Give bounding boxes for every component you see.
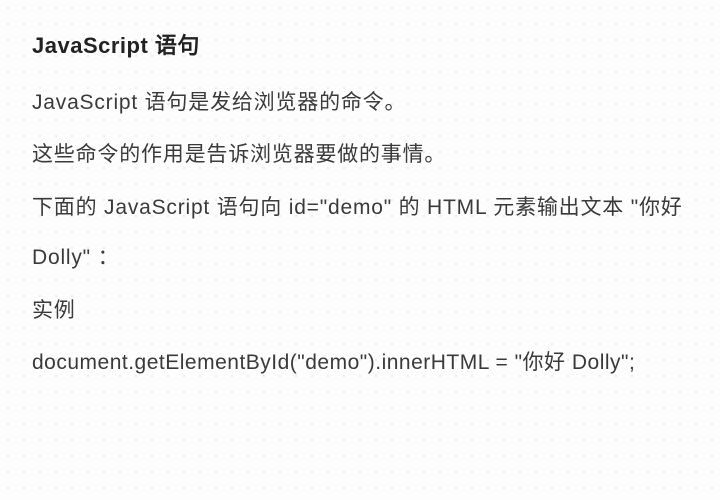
paragraph-2: 这些命令的作用是告诉浏览器要做的事情。: [32, 130, 688, 180]
paragraph-1: JavaScript 语句是发给浏览器的命令。: [32, 78, 688, 128]
paragraph-3: 下面的 JavaScript 语句向 id="demo" 的 HTML 元素输出…: [32, 183, 688, 284]
section-heading: JavaScript 语句: [32, 28, 688, 60]
code-example: document.getElementById("demo").innerHTM…: [32, 338, 688, 388]
example-label: 实例: [32, 286, 688, 336]
